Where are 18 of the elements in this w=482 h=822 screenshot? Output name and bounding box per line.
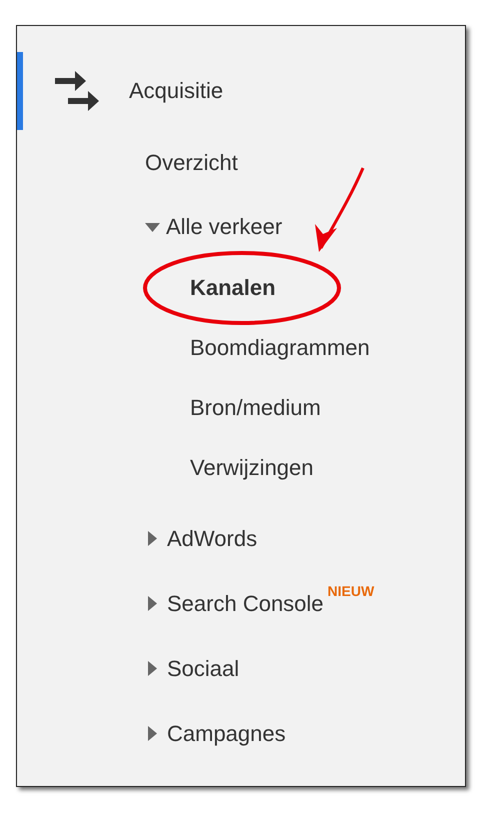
caret-right-icon[interactable] bbox=[148, 596, 157, 611]
nav-link[interactable]: Overzicht bbox=[145, 150, 238, 176]
new-label: NIEUW bbox=[328, 583, 374, 599]
nav-group[interactable]: Campagnes bbox=[167, 720, 286, 746]
caret-right-icon[interactable] bbox=[148, 531, 157, 546]
nav-group[interactable]: Search Console bbox=[167, 590, 324, 616]
nav-item[interactable]: Verwijzingen bbox=[190, 455, 314, 481]
arrows-icon bbox=[55, 71, 99, 111]
caret-down-icon[interactable] bbox=[145, 222, 160, 232]
nav-group[interactable]: Sociaal bbox=[167, 656, 240, 682]
nav-item[interactable]: Kanalen bbox=[190, 275, 276, 301]
section-header[interactable]: Acquisitie bbox=[17, 52, 465, 130]
nav-item[interactable]: Boomdiagrammen bbox=[190, 335, 370, 361]
caret-right-icon[interactable] bbox=[148, 661, 157, 676]
nav-item[interactable]: Bron/medium bbox=[190, 395, 321, 421]
nav-group[interactable]: AdWords bbox=[167, 526, 258, 552]
nav-group[interactable]: Alle verkeer bbox=[166, 214, 282, 240]
caret-right-icon[interactable] bbox=[148, 726, 157, 741]
